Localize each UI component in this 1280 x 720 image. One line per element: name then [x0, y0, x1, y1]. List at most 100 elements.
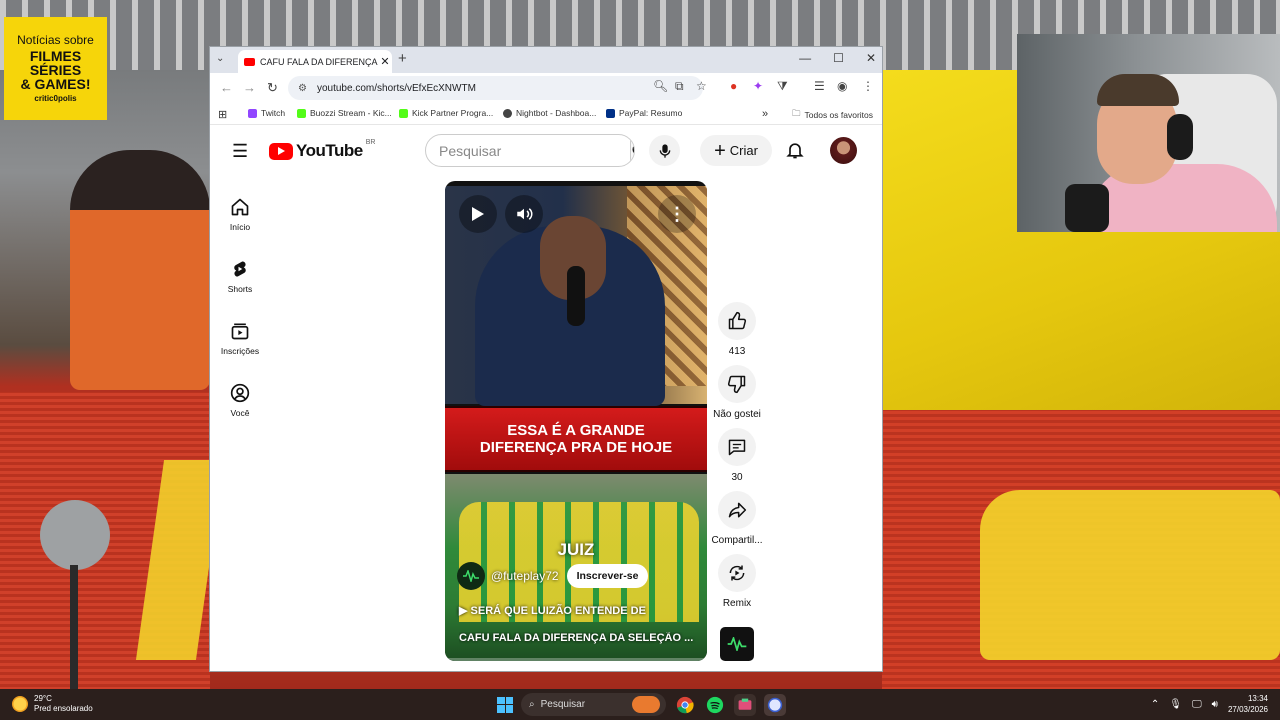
youtube-logo[interactable]: YouTube BR: [269, 139, 375, 161]
site-info-icon[interactable]: ⚙: [298, 83, 307, 94]
bookmark-label: Buozzi Stream - Kic...: [310, 108, 392, 118]
banner-line1: ESSA É A GRANDE: [507, 422, 645, 439]
hamburger-menu-icon[interactable]: ☰: [232, 142, 248, 160]
bookmark-twitch[interactable]: Twitch: [248, 108, 285, 118]
clock-date: 27/03/2026: [1227, 705, 1268, 714]
microphone-icon[interactable]: 🎙︎: [1169, 699, 1182, 710]
app-icon[interactable]: [734, 693, 756, 716]
background-person: [70, 150, 210, 390]
comments-count: 30: [731, 472, 743, 483]
search-button[interactable]: [630, 135, 634, 166]
sidebar-item-label: Você: [230, 407, 250, 418]
more-bookmarks-icon[interactable]: »: [762, 108, 768, 120]
microphone-stand: [70, 565, 78, 690]
apps-icon[interactable]: ⊞: [218, 108, 227, 121]
search-icon: ⌕: [529, 699, 535, 710]
channel-row: @futeplay72 Inscrever-se: [457, 562, 649, 590]
notifications-button[interactable]: [785, 139, 805, 166]
play-button[interactable]: [459, 195, 497, 233]
bookmark-kick-partner[interactable]: Kick Partner Progra...: [399, 108, 493, 118]
address-bar[interactable]: ⚙ youtube.com/shorts/vEfxEcXNWTM: [288, 76, 703, 100]
channel-avatar[interactable]: [457, 562, 485, 590]
zoom-icon[interactable]: 🔍︎: [653, 79, 668, 93]
chevron-up-icon[interactable]: ⌃: [1151, 699, 1159, 710]
more-options-button[interactable]: ⋮: [658, 195, 696, 233]
progress-bar[interactable]: [445, 658, 707, 661]
bookmark-buozzi[interactable]: Buozzi Stream - Kic...: [297, 108, 392, 118]
share-action: Compartil...: [707, 491, 767, 546]
new-tab-icon[interactable]: +: [398, 50, 407, 67]
minimize-icon[interactable]: —: [799, 51, 811, 65]
play-icon: [472, 207, 484, 221]
all-bookmarks[interactable]: 🗀︎ Todos os favoritos: [792, 108, 873, 122]
sidebar-item-home[interactable]: Início: [210, 183, 270, 245]
bookmark-paypal[interactable]: PayPal: Resumo: [606, 108, 682, 118]
video-subtitle[interactable]: ▶ SERÁ QUE LUIZÃO ENTENDE DE: [459, 604, 646, 617]
extension-red-icon[interactable]: ●: [730, 79, 737, 93]
channel-name[interactable]: @futeplay72: [491, 569, 559, 583]
create-button[interactable]: + Criar: [700, 135, 772, 166]
back-icon[interactable]: ←: [220, 80, 233, 95]
taskbar-search-label: Pesquisar: [540, 699, 586, 710]
stage-microphone: [40, 500, 110, 570]
subscribe-button[interactable]: Inscrever-se: [566, 564, 649, 588]
bookmark-label: Kick Partner Progra...: [412, 108, 494, 118]
dislike-button[interactable]: [718, 365, 756, 403]
bookmark-label: PayPal: Resumo: [619, 108, 683, 118]
voice-search-button[interactable]: [649, 135, 680, 166]
menu-icon[interactable]: ⋮: [862, 79, 874, 93]
shorts-icon: [234, 260, 246, 277]
video-title[interactable]: CAFU FALA DA DIFERENÇA DA SELEÇÃO ...: [459, 632, 699, 644]
action-bar: 413 Não gostei 30 Compartil... Remix: [707, 302, 767, 617]
sidebar-item-you[interactable]: Você: [210, 369, 270, 431]
audio-source-thumbnail[interactable]: [720, 627, 754, 661]
cast-icon[interactable]: ⧉: [675, 79, 684, 94]
extensions-icon[interactable]: ⧩: [777, 79, 788, 94]
extension-purple-icon[interactable]: ✦: [753, 79, 763, 93]
sidebar-item-subscriptions[interactable]: Inscrições: [210, 307, 270, 369]
active-tab[interactable]: CAFU FALA DA DIFERENÇA DA ✕: [238, 50, 392, 73]
taskbar-apps: ⌕ Pesquisar: [497, 693, 786, 716]
forward-icon[interactable]: →: [243, 80, 256, 95]
volume-button[interactable]: [505, 195, 543, 233]
reading-list-icon[interactable]: ☰: [814, 79, 825, 93]
search-input[interactable]: [426, 135, 620, 166]
network-icon[interactable]: 🖵︎: [1192, 699, 1202, 710]
sidebar-item-shorts[interactable]: Shorts: [210, 245, 270, 307]
share-button[interactable]: [718, 491, 756, 529]
create-label: Criar: [729, 143, 758, 158]
spotify-icon[interactable]: [704, 694, 726, 716]
banner-line2: DIFERENÇA PRA DE HOJE: [479, 439, 673, 456]
clock[interactable]: 13:34 27/03/2026: [1228, 693, 1268, 715]
tab-list-icon[interactable]: ⌄: [216, 53, 224, 64]
start-button[interactable]: [497, 696, 513, 713]
obs-icon[interactable]: [764, 693, 786, 716]
like-button[interactable]: [718, 302, 756, 340]
avatar[interactable]: [830, 137, 857, 164]
plus-icon: +: [714, 139, 726, 162]
bell-icon: [786, 143, 804, 159]
system-tray: ⌃ 🎙︎ 🖵︎ 🔊︎ 13:34 27/03/2026: [1151, 693, 1268, 715]
windows-taskbar: 29°C Pred ensolarado ⌕ Pesquisar ⌃ 🎙︎ 🖵︎…: [0, 689, 1280, 720]
taskbar-search[interactable]: ⌕ Pesquisar: [521, 693, 666, 716]
profile-icon[interactable]: ◉: [837, 79, 847, 93]
waveform-icon: [463, 570, 479, 582]
weather-widget[interactable]: 29°C Pred ensolarado: [12, 694, 93, 714]
reload-icon[interactable]: ↻: [267, 80, 278, 96]
comments-button[interactable]: [718, 428, 756, 466]
speaker-icon[interactable]: 🔊︎: [1212, 699, 1218, 710]
badge-line1: Notícias sobre: [17, 33, 94, 47]
bookmark-nightbot[interactable]: Nightbot - Dashboa...: [503, 108, 596, 118]
close-tab-icon[interactable]: ✕: [378, 55, 392, 68]
close-window-icon[interactable]: ✕: [866, 51, 876, 65]
chrome-icon[interactable]: [674, 694, 696, 716]
comments-action: 30: [707, 428, 767, 483]
remix-button[interactable]: [718, 554, 756, 592]
kick-icon: [297, 108, 306, 118]
bookmarks-bar: ⊞ Twitch Buozzi Stream - Kic... Kick Par…: [210, 103, 882, 125]
shorts-player[interactable]: ⋮ ESSA É A GRANDE DIFERENÇA PRA DE HOJE …: [445, 181, 707, 661]
sidebar-item-label: Inscrições: [220, 345, 260, 356]
kick-icon: [399, 108, 408, 118]
bookmark-star-icon[interactable]: ☆: [696, 79, 707, 93]
maximize-icon[interactable]: ☐: [833, 51, 844, 65]
